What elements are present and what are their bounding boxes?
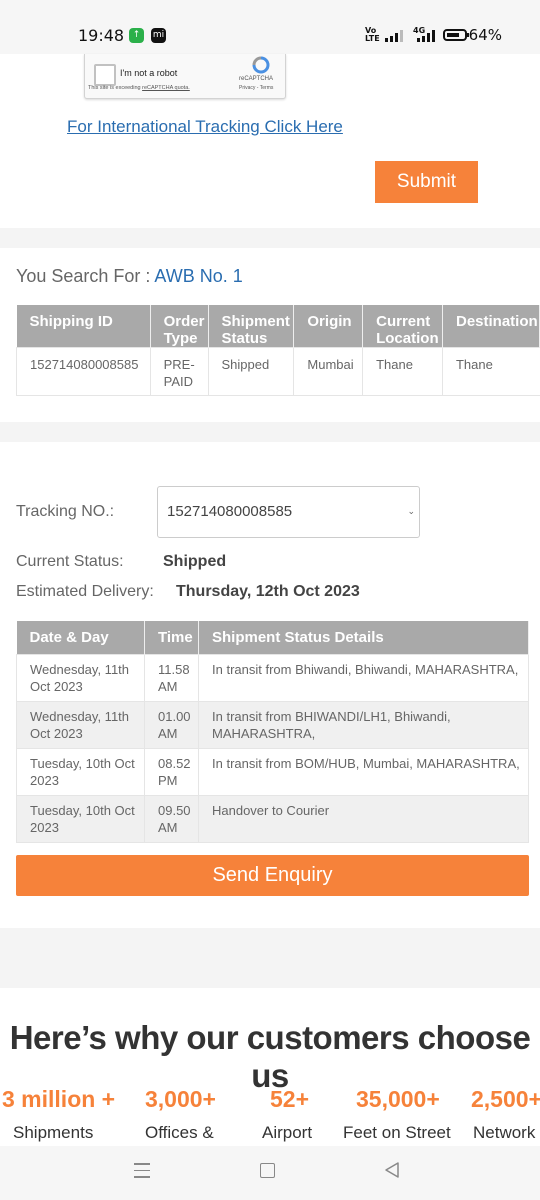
cell-time: 09.50 AM xyxy=(144,794,199,843)
upload-notification-icon: ↑ xyxy=(129,28,144,43)
mi-icon: mi xyxy=(151,28,166,43)
table-row: Wednesday, 11th Oct 2023 11.58 AM In tra… xyxy=(16,653,529,702)
estimated-delivery-label: Estimated Delivery: xyxy=(16,583,154,600)
cell-details: In transit from Bhiwandi, Bhiwandi, MAHA… xyxy=(198,653,529,702)
battery-percent: 64% xyxy=(468,26,502,44)
stat-number-feet-on-street: 35,000+ xyxy=(356,1086,440,1112)
table-row: Wednesday, 11th Oct 2023 01.00 AM In tra… xyxy=(16,700,529,749)
tracking-number-label: Tracking NO.: xyxy=(16,503,115,520)
international-tracking-link[interactable]: For International Tracking Click Here xyxy=(67,117,343,137)
tracking-number-value: 152714080008585 xyxy=(167,503,293,520)
captcha-warning: This site is exceeding reCAPTCHA quota. xyxy=(88,85,190,91)
signal-icon xyxy=(385,30,403,42)
signal-2-icon xyxy=(417,30,435,42)
stat-label-airport: Airport xyxy=(262,1123,313,1142)
header-destination: Destination xyxy=(442,305,540,348)
tracking-history-table: Date & Day Time Shipment Status Details … xyxy=(16,621,529,843)
cell-shipping-id: 152714080008585 xyxy=(16,347,151,396)
stat-label-feet-on-street: Feet on Street xyxy=(343,1123,451,1142)
status-bar: 19:48 ↑ mi Vo LTE 4G 64% xyxy=(0,0,540,54)
stat-label-offices: Offices & xyxy=(145,1123,214,1142)
header-time: Time xyxy=(144,621,199,654)
back-icon[interactable] xyxy=(383,1161,401,1179)
stat-number-shipments: 3 million + xyxy=(2,1086,116,1112)
cell-date: Tuesday, 10th Oct 2023 xyxy=(16,747,145,796)
search-for-line: You Search For : AWB No. 1 xyxy=(16,266,243,287)
captcha-warning-text: This site is exceeding xyxy=(88,85,143,91)
clock: 19:48 xyxy=(78,26,125,45)
cell-details: Handover to Courier xyxy=(198,794,529,843)
volte-icon: Vo LTE xyxy=(365,26,380,43)
header-order-type: Order Type xyxy=(150,305,209,348)
cell-time: 08.52 PM xyxy=(144,747,199,796)
send-enquiry-button[interactable]: Send Enquiry xyxy=(16,855,529,896)
header-shipping-id: Shipping ID xyxy=(16,305,151,348)
cell-time: 11.58 AM xyxy=(144,653,199,702)
chevron-down-icon: ⌄ xyxy=(407,506,415,516)
header-date-day: Date & Day xyxy=(16,621,145,654)
captcha-label: I'm not a robot xyxy=(120,68,178,78)
captcha-links[interactable]: Privacy - Terms xyxy=(239,85,273,91)
cell-date: Wednesday, 11th Oct 2023 xyxy=(16,700,145,749)
table-row: 152714080008585 PRE-PAID Shipped Mumbai … xyxy=(16,347,540,396)
stat-label-shipments: Shipments xyxy=(13,1123,94,1142)
cell-origin: Mumbai xyxy=(293,347,364,396)
cell-shipment-status: Shipped xyxy=(207,347,295,396)
current-status-value: Shipped xyxy=(163,553,227,570)
recaptcha-widget: I'm not a robot reCAPTCHA Privacy - Term… xyxy=(84,54,286,99)
stat-number-offices: 3,000+ xyxy=(145,1086,216,1112)
tracking-number-select[interactable]: 152714080008585 ⌄ xyxy=(157,486,420,538)
captcha-quota-link[interactable]: reCAPTCHA quota. xyxy=(142,85,190,91)
search-for-value: AWB No. 1 xyxy=(154,266,243,286)
header-shipment-status: Shipment Status xyxy=(208,305,295,348)
shipment-table: Shipping ID Order Type Shipment Status O… xyxy=(16,305,540,396)
cell-details: In transit from BHIWANDI/LH1, Bhiwandi, … xyxy=(198,700,529,749)
stat-number-network: 2,500+ xyxy=(471,1086,540,1112)
header-origin: Origin xyxy=(293,305,364,348)
home-icon[interactable] xyxy=(260,1163,275,1178)
cell-time: 01.00 AM xyxy=(144,700,199,749)
cell-order-type: PRE-PAID xyxy=(149,347,209,396)
cell-date: Tuesday, 10th Oct 2023 xyxy=(16,794,145,843)
cell-date: Wednesday, 11th Oct 2023 xyxy=(16,653,145,702)
captcha-checkbox[interactable] xyxy=(94,64,116,86)
cell-destination: Thane xyxy=(441,347,540,396)
submit-button[interactable]: Submit xyxy=(375,161,478,203)
table-row: Tuesday, 10th Oct 2023 09.50 AM Handover… xyxy=(16,794,529,843)
cell-details: In transit from BOM/HUB, Mumbai, MAHARAS… xyxy=(198,747,529,796)
table-header-row: Shipping ID Order Type Shipment Status O… xyxy=(16,305,540,348)
recaptcha-logo-icon xyxy=(252,56,270,74)
recents-menu-icon[interactable] xyxy=(134,1163,150,1183)
captcha-brand: reCAPTCHA xyxy=(239,76,274,82)
stat-number-airport: 52+ xyxy=(270,1086,310,1112)
cell-current-location: Thane xyxy=(362,347,443,396)
table-row: Tuesday, 10th Oct 2023 08.52 PM In trans… xyxy=(16,747,529,796)
battery-icon xyxy=(443,29,469,41)
header-status-details: Shipment Status Details xyxy=(198,621,529,654)
search-for-label: You Search For : xyxy=(16,266,151,286)
why-choose-us-title: Here’s why our customers choose us xyxy=(9,1019,531,1094)
table-header-row: Date & Day Time Shipment Status Details xyxy=(16,621,529,654)
stat-label-network: Network xyxy=(473,1123,536,1142)
header-current-location: Current Location xyxy=(362,305,443,348)
current-status-label: Current Status: xyxy=(16,553,124,570)
estimated-delivery-value: Thursday, 12th Oct 2023 xyxy=(176,583,360,600)
